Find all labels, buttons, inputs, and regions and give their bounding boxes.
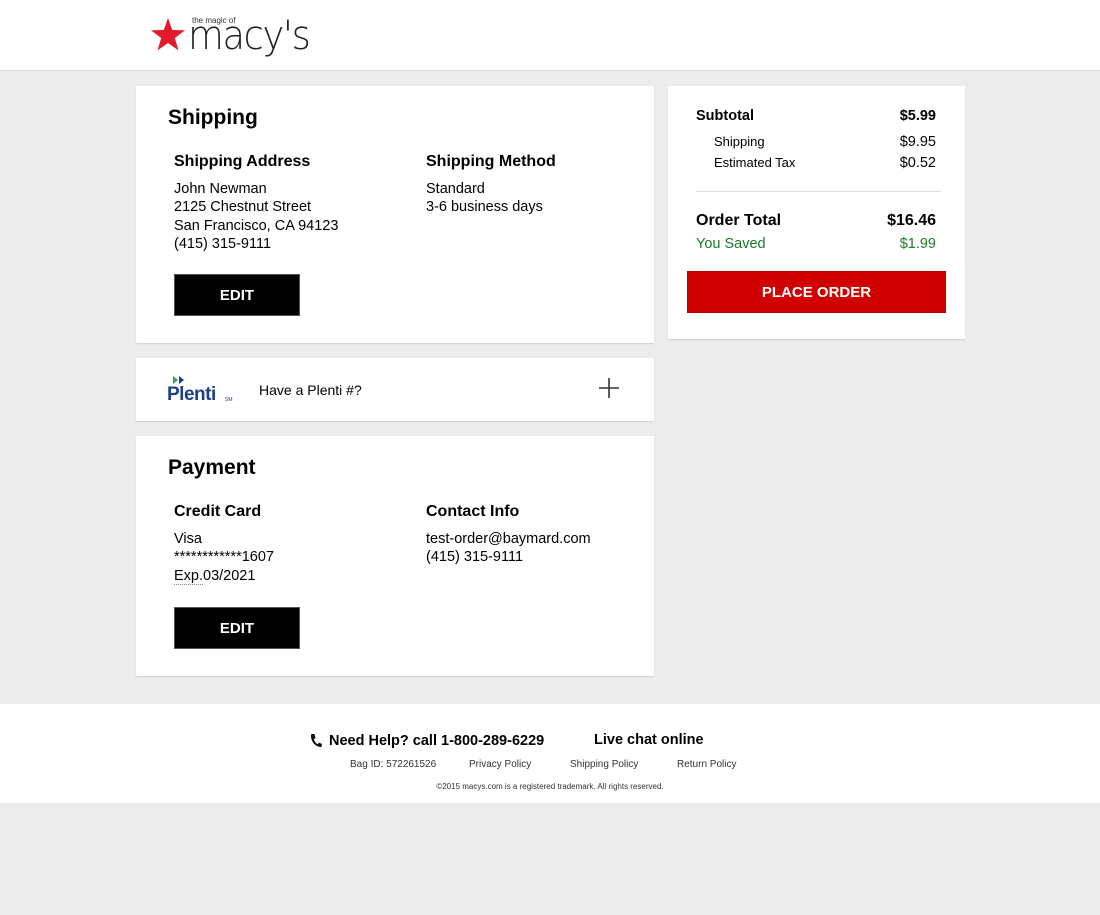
card-type: Visa — [174, 531, 202, 547]
privacy-policy-link[interactable]: Privacy Policy — [469, 759, 531, 770]
order-total-value: $16.46 — [887, 212, 936, 229]
you-saved-value: $1.99 — [899, 236, 936, 252]
address-name: John Newman — [174, 181, 267, 197]
help-line: Need Help? call 1-800-289-6229 — [309, 733, 544, 749]
you-saved-label: You Saved — [696, 236, 766, 252]
help-text: Need Help? call 1-800-289-6229 — [329, 733, 545, 749]
order-summary-card: Subtotal $5.99 Shipping $9.95 Estimated … — [668, 86, 965, 339]
site-footer: Need Help? call 1-800-289-6229 Live chat… — [0, 704, 1100, 803]
subtotal-row: Subtotal $5.99 — [696, 108, 936, 124]
shipping-cost-row: Shipping $9.95 — [714, 134, 936, 150]
address-city: San Francisco, CA 94123 — [174, 217, 339, 234]
order-total-label: Order Total — [696, 212, 782, 229]
place-order-button[interactable]: PLACE ORDER — [687, 271, 946, 313]
contact-info: test-order@baymard.com (415) 315-9111 — [426, 530, 591, 567]
address-street: 2125 Chestnut Street — [174, 199, 312, 216]
copyright: ©2015 macys.com is a registered trademar… — [436, 782, 664, 791]
plenti-prompt: Have a Plenti #? — [259, 382, 362, 398]
tax-label: Estimated Tax — [714, 155, 796, 170]
plenti-sm-mark: SM — [225, 397, 233, 403]
phone-icon — [310, 734, 322, 747]
subtotal-value: $5.99 — [899, 108, 936, 124]
shipping-method-heading: Shipping Method — [426, 153, 556, 170]
expiry-value: 03/2021 — [203, 567, 256, 584]
card-number: ************1607 — [174, 549, 274, 566]
subtotal-label: Subtotal — [696, 108, 754, 124]
shipping-cost-label: Shipping — [714, 134, 765, 149]
shipping-method: Standard 3-6 business days — [426, 180, 543, 217]
plenti-wordmark: Plenti — [167, 384, 216, 405]
address-phone: (415) 315-9111 — [174, 235, 272, 252]
shipping-title: Shipping — [168, 106, 258, 129]
plenti-arrows-icon — [173, 376, 184, 384]
shipping-policy-link[interactable]: Shipping Policy — [570, 759, 638, 770]
order-total-row: Order Total $16.46 — [696, 212, 936, 230]
site-header: the magic of macy's — [0, 0, 1100, 71]
shipping-card: Shipping Shipping Address John Newman 21… — [136, 86, 654, 343]
shipping-address-heading: Shipping Address — [174, 153, 311, 170]
shipping-address: John Newman 2125 Chestnut Street San Fra… — [174, 180, 338, 253]
summary-divider — [696, 191, 941, 192]
plenti-card[interactable]: Plenti SM Have a Plenti #? — [136, 358, 654, 421]
method-name: Standard — [426, 181, 485, 197]
payment-title: Payment — [168, 456, 256, 479]
return-policy-link[interactable]: Return Policy — [677, 759, 736, 770]
edit-payment-button[interactable]: EDIT — [174, 607, 300, 649]
you-saved-row: You Saved $1.99 — [696, 236, 936, 252]
contact-info-heading: Contact Info — [426, 503, 520, 520]
tax-row: Estimated Tax $0.52 — [714, 155, 936, 171]
logo-wordmark: macy's — [188, 13, 311, 59]
star-icon — [151, 18, 185, 51]
macys-logo[interactable]: the magic of macy's — [150, 14, 320, 62]
method-duration: 3-6 business days — [426, 199, 543, 216]
live-chat-link[interactable]: Live chat online — [594, 732, 704, 748]
edit-shipping-button[interactable]: EDIT — [174, 274, 300, 316]
credit-card-details: Visa ************1607 Exp.03/2021 — [174, 530, 274, 585]
expiry-label: Exp. — [174, 567, 204, 585]
contact-email: test-order@baymard.com — [426, 531, 591, 547]
card-expiry: Exp.03/2021 — [174, 567, 274, 585]
shipping-cost-value: $9.95 — [899, 134, 936, 150]
tax-value: $0.52 — [899, 155, 936, 171]
credit-card-heading: Credit Card — [174, 503, 262, 520]
plus-icon[interactable] — [598, 377, 620, 399]
plenti-logo: Plenti SM — [167, 375, 237, 405]
contact-phone: (415) 315-9111 — [426, 549, 524, 566]
payment-card: Payment Credit Card Visa ************160… — [136, 436, 654, 676]
bag-id: Bag ID: 572261526 — [350, 759, 437, 770]
